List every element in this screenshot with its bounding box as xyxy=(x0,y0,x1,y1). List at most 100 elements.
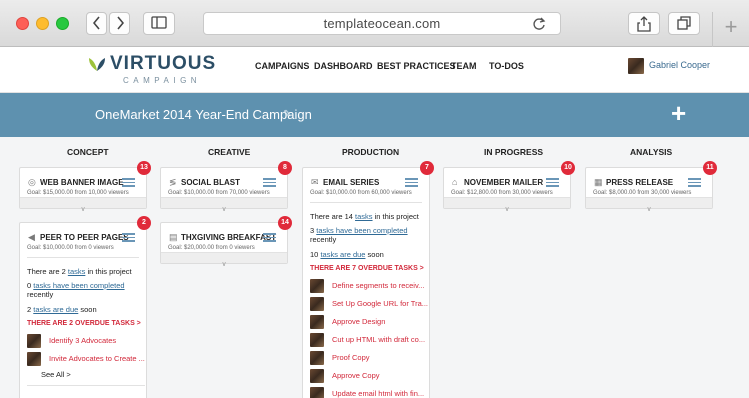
forward-button[interactable] xyxy=(109,12,130,35)
tasks-link[interactable]: tasks xyxy=(68,267,86,276)
back-button[interactable] xyxy=(86,12,107,35)
overdue-task-item[interactable]: Set Up Google URL for Tra... xyxy=(310,297,428,311)
leaf-logo-icon xyxy=(89,58,105,71)
overdue-task-label: Update email html with fin... xyxy=(332,388,425,398)
user-menu[interactable]: Gabriel Cooper xyxy=(628,57,710,75)
expand-card-toggle[interactable]: ∨ xyxy=(161,197,287,213)
nav-to-dos[interactable]: TO-DOS xyxy=(489,61,524,71)
hamburger-menu-icon[interactable] xyxy=(122,233,135,244)
share-nodes-icon: ≶ xyxy=(169,177,177,187)
assignee-avatar xyxy=(310,315,324,329)
overdue-task-item[interactable]: Proof Copy xyxy=(310,351,370,365)
project-card-november-mailer[interactable]: ⌂ NOVEMBER MAILER Goal: $12,800.00 from … xyxy=(443,161,575,213)
logo-wordmark: VIRTUOUS xyxy=(110,53,217,74)
overdue-task-item[interactable]: Identify 3 Advocates xyxy=(27,334,116,348)
notification-badge: 2 xyxy=(137,216,151,230)
overdue-task-item[interactable]: Approve Design xyxy=(310,315,385,329)
column-header-analysis: ANALYSIS xyxy=(630,147,673,157)
due-summary: 10 tasks are due soon xyxy=(310,250,384,259)
assignee-avatar xyxy=(310,351,324,365)
overdue-task-item[interactable]: Approve Copy xyxy=(310,369,380,383)
overdue-task-item[interactable]: Invite Advocates to Create ... xyxy=(27,352,145,366)
nav-best-practices[interactable]: BEST PRACTICES xyxy=(377,61,456,71)
megaphone-icon: ◀ xyxy=(28,232,35,242)
overdue-tasks-link[interactable]: THERE ARE 7 OVERDUE TASKS > xyxy=(310,265,424,272)
recently-text: recently xyxy=(310,235,337,244)
expand-card-toggle[interactable]: ∨ xyxy=(20,197,146,213)
tasks-suffix-text: in this project xyxy=(85,267,132,276)
hamburger-menu-icon[interactable] xyxy=(405,178,418,189)
edit-icon[interactable]: ✎ xyxy=(283,109,291,120)
due-tasks-link[interactable]: tasks are due xyxy=(33,305,78,314)
project-title: THXGIVING BREAKFAST xyxy=(181,233,277,242)
add-project-button[interactable]: + xyxy=(671,98,686,129)
hamburger-menu-icon[interactable] xyxy=(263,233,276,244)
overdue-task-item[interactable]: Define segments to receiv... xyxy=(310,279,424,293)
expand-card-toggle[interactable]: ∨ xyxy=(444,197,570,213)
address-bar[interactable]: templateocean.com xyxy=(203,12,561,35)
expand-card-toggle[interactable]: ∨ xyxy=(586,197,712,213)
chevron-down-icon: ∨ xyxy=(221,261,227,268)
tabs-icon xyxy=(677,16,691,30)
sidebar-icon xyxy=(151,16,167,29)
see-all-link[interactable]: See All > xyxy=(41,370,71,379)
tasks-summary: There are 14 tasks in this project xyxy=(310,212,419,221)
chevron-down-icon: ∨ xyxy=(646,206,652,213)
project-title: PEER TO PEER PAGES xyxy=(40,233,129,242)
notification-badge: 14 xyxy=(278,216,292,230)
overdue-tasks-link[interactable]: THERE ARE 2 OVERDUE TASKS > xyxy=(27,320,141,327)
new-tab-button[interactable]: + xyxy=(712,12,749,47)
assignee-avatar xyxy=(310,279,324,293)
nav-dashboard[interactable]: DASHBOARD xyxy=(314,61,373,71)
browser-toolbar: templateocean.com + xyxy=(0,0,749,47)
project-goal: Goal: $12,800.00 from 30,000 viewers xyxy=(451,190,553,196)
sidebar-button[interactable] xyxy=(143,12,175,35)
due-suffix-text: soon xyxy=(365,250,384,259)
project-goal: Goal: $10,000.00 from 60,000 viewers xyxy=(310,190,412,196)
chevron-left-icon xyxy=(92,16,100,30)
hamburger-menu-icon[interactable] xyxy=(688,178,701,189)
nav-team[interactable]: TEAM xyxy=(451,61,477,71)
notification-badge: 7 xyxy=(420,161,434,175)
project-card-thanksgiving-breakfast[interactable]: ▤ THXGIVING BREAKFAST Goal: $20,000.00 f… xyxy=(160,216,292,268)
logo-subtitle: CAMPAIGN xyxy=(123,76,202,85)
project-card-email-series[interactable]: ✉ EMAIL SERIES Goal: $10,000.00 from 60,… xyxy=(302,161,434,398)
hamburger-menu-icon[interactable] xyxy=(546,178,559,189)
zoom-window-button[interactable] xyxy=(56,17,69,30)
project-title: EMAIL SERIES xyxy=(323,178,380,187)
reload-icon[interactable] xyxy=(532,16,546,31)
overdue-task-item[interactable]: Update email html with fin... xyxy=(310,387,424,398)
minimize-window-button[interactable] xyxy=(36,17,49,30)
completed-tasks-link[interactable]: tasks have been completed xyxy=(316,226,407,235)
expand-card-toggle[interactable]: ∨ xyxy=(161,252,287,268)
card-divider xyxy=(27,257,139,258)
notification-badge: 10 xyxy=(561,161,575,175)
share-button[interactable] xyxy=(628,12,660,35)
overdue-task-label: Approve Design xyxy=(332,316,386,326)
hamburger-menu-icon[interactable] xyxy=(263,178,276,189)
campaign-title: OneMarket 2014 Year-End Campaign xyxy=(95,107,312,122)
project-goal: Goal: $10,000.00 from 70,000 viewers xyxy=(168,190,270,196)
project-title: SOCIAL BLAST xyxy=(181,178,240,187)
document-icon: ▤ xyxy=(169,232,178,242)
completed-tasks-link[interactable]: tasks have been completed xyxy=(33,281,124,290)
project-title: WEB BANNER IMAGE xyxy=(40,178,124,187)
tasks-suffix-text: in this project xyxy=(372,212,419,221)
project-card-press-release[interactable]: ▦ PRESS RELEASE Goal: $8,000.00 from 30,… xyxy=(585,161,717,213)
hamburger-menu-icon[interactable] xyxy=(122,178,135,189)
inbox-icon: ⌂ xyxy=(452,177,458,187)
tabs-overview-button[interactable] xyxy=(668,12,700,35)
assignee-avatar xyxy=(310,297,324,311)
project-goal: Goal: $20,000.00 from 0 viewers xyxy=(168,245,255,251)
due-tasks-link[interactable]: tasks are due xyxy=(320,250,365,259)
project-card-web-banner[interactable]: ◎ WEB BANNER IMAGE Goal: $15,000.00 from… xyxy=(19,161,151,213)
overdue-task-item[interactable]: Cut up HTML with draft co... xyxy=(310,333,425,347)
project-card-social-blast[interactable]: ≶ SOCIAL BLAST Goal: $10,000.00 from 70,… xyxy=(160,161,292,213)
tasks-link[interactable]: tasks xyxy=(355,212,373,221)
user-name: Gabriel Cooper xyxy=(649,60,711,70)
newspaper-icon: ▦ xyxy=(594,177,603,187)
close-window-button[interactable] xyxy=(16,17,29,30)
completed-summary: 0 tasks have been completed xyxy=(27,281,125,290)
nav-campaigns[interactable]: CAMPAIGNS xyxy=(255,61,309,71)
project-card-peer-to-peer[interactable]: ◀ PEER TO PEER PAGES Goal: $10,000.00 fr… xyxy=(19,216,151,398)
